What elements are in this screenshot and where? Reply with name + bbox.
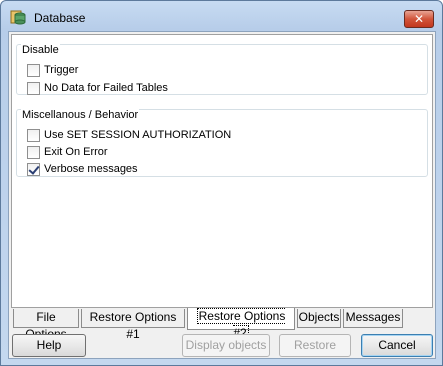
tab-page-restore-options-2: Disable Trigger No Data for Failed Table… (11, 34, 433, 308)
tab-messages[interactable]: Messages (343, 309, 403, 328)
tab-messages-label: Messages (345, 310, 401, 324)
set-session-authorization-label: Use SET SESSION AUTHORIZATION (44, 129, 232, 141)
cancel-button[interactable]: Cancel (361, 334, 433, 357)
display-objects-button-label: Display objects (185, 338, 267, 352)
no-data-failed-tables-label: No Data for Failed Tables (44, 82, 168, 94)
restore-button[interactable]: Restore (279, 334, 351, 357)
tab-restore-options-2[interactable]: Restore Options #2 (187, 308, 295, 341)
disable-group: Disable Trigger No Data for Failed Table… (16, 44, 428, 95)
trigger-label: Trigger (44, 64, 79, 76)
no-data-failed-tables-checkbox[interactable] (27, 81, 40, 95)
database-dialog: Database ✕ Disable Trigger No Data for F… (0, 0, 443, 366)
no-data-failed-tables-option[interactable]: No Data for Failed Tables (27, 81, 168, 95)
dialog-client-area: Disable Trigger No Data for Failed Table… (8, 31, 436, 359)
verbose-messages-option[interactable]: Verbose messages (27, 162, 138, 176)
set-session-authorization-checkbox[interactable] (27, 128, 40, 142)
cancel-button-label: Cancel (378, 338, 416, 352)
trigger-checkbox[interactable] (27, 63, 40, 77)
exit-on-error-option[interactable]: Exit On Error (27, 145, 108, 159)
tab-objects-label: Objects (298, 310, 340, 324)
help-button[interactable]: Help (12, 334, 86, 357)
verbose-messages-label: Verbose messages (44, 163, 138, 175)
misc-behavior-group: Miscellanous / Behavior Use SET SESSION … (16, 109, 428, 177)
set-session-authorization-option[interactable]: Use SET SESSION AUTHORIZATION (27, 128, 231, 142)
close-button[interactable]: ✕ (404, 10, 434, 28)
misc-behavior-group-title: Miscellanous / Behavior (21, 109, 140, 121)
tab-strip: File Options Restore Options #1 Restore … (11, 308, 435, 341)
exit-on-error-label: Exit On Error (44, 146, 108, 158)
tab-objects[interactable]: Objects (297, 309, 341, 328)
tab-restore-options-1[interactable]: Restore Options #1 (81, 309, 185, 341)
trigger-option[interactable]: Trigger (27, 63, 78, 77)
window-title: Database (34, 11, 86, 25)
verbose-messages-checkbox[interactable] (27, 162, 40, 176)
exit-on-error-checkbox[interactable] (27, 145, 40, 159)
tab-restore-options-1-label: Restore Options #1 (89, 310, 177, 341)
display-objects-button[interactable]: Display objects (182, 334, 270, 357)
close-icon: ✕ (413, 12, 425, 26)
tab-file-options[interactable]: File Options (13, 309, 79, 341)
database-app-icon (10, 10, 26, 25)
help-button-label: Help (36, 338, 62, 352)
disable-group-title: Disable (21, 44, 60, 56)
restore-button-label: Restore (293, 338, 337, 352)
title-bar[interactable]: Database ✕ (1, 1, 442, 31)
